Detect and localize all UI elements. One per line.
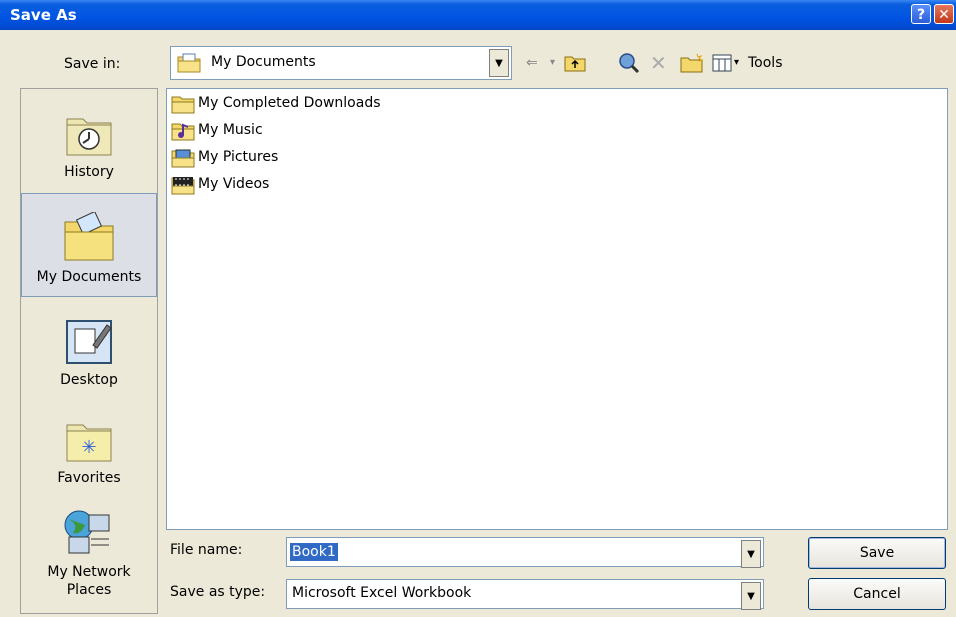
- my-documents-small-icon: [177, 53, 201, 77]
- save-in-dropdown[interactable]: My Documents ▼: [170, 46, 512, 80]
- save-as-type-dropdown[interactable]: Microsoft Excel Workbook ▼: [286, 579, 764, 610]
- chevron-down-icon[interactable]: ▼: [489, 49, 509, 77]
- file-name-text: My Videos: [198, 176, 270, 192]
- title-bar[interactable]: Save As ? ✕: [0, 0, 956, 30]
- places-label-history: History: [64, 164, 114, 180]
- back-dropdown-icon[interactable]: ▾: [550, 48, 555, 78]
- svg-text:✳: ✳: [81, 437, 96, 458]
- save-in-label: Save in:: [64, 56, 121, 72]
- file-name-value: Book1: [290, 543, 338, 561]
- new-folder-icon[interactable]: [680, 48, 704, 78]
- file-name-input[interactable]: Book1 ▼: [286, 537, 764, 568]
- help-button[interactable]: ?: [911, 4, 931, 24]
- chevron-down-icon[interactable]: ▼: [741, 582, 761, 610]
- favorites-icon: ✳: [66, 424, 112, 462]
- views-icon[interactable]: [712, 48, 732, 78]
- pictures-folder-icon: [171, 148, 195, 172]
- delete-icon[interactable]: ✕: [650, 48, 667, 78]
- places-bar: History My Documents Desktop ✳ Favorites…: [20, 88, 158, 614]
- save-as-type-label: Save as type:: [170, 584, 266, 600]
- file-list[interactable]: My Completed Downloads My Music My Pictu…: [166, 88, 948, 530]
- close-button[interactable]: ✕: [934, 4, 954, 24]
- places-item-favorites[interactable]: ✳ Favorites: [21, 409, 157, 501]
- save-as-dialog: Save As ? ✕ Save in: My Documents ▼ ⇐ ▾: [0, 0, 956, 617]
- places-label-network-line2: Places: [66, 582, 112, 598]
- places-item-desktop[interactable]: Desktop: [21, 305, 157, 397]
- places-item-history[interactable]: History: [21, 97, 157, 189]
- cancel-button[interactable]: Cancel: [808, 578, 946, 610]
- file-name-text: My Music: [198, 122, 263, 138]
- places-item-network-places[interactable]: My Network Places: [21, 505, 157, 609]
- desktop-icon: [66, 320, 112, 364]
- places-item-my-documents[interactable]: My Documents: [21, 193, 157, 297]
- places-label-favorites: Favorites: [57, 470, 121, 486]
- folder-icon: [171, 94, 195, 118]
- places-label-desktop: Desktop: [60, 372, 118, 388]
- dialog-title: Save As: [10, 6, 77, 24]
- back-arrow-icon[interactable]: ⇐: [526, 48, 538, 78]
- file-name-text: My Pictures: [198, 149, 279, 165]
- search-web-icon[interactable]: [618, 48, 640, 78]
- save-in-value: My Documents: [211, 54, 316, 70]
- chevron-down-icon[interactable]: ▼: [741, 540, 761, 568]
- views-dropdown-icon[interactable]: ▾: [734, 48, 739, 78]
- music-folder-icon: [171, 121, 195, 145]
- history-icon: [66, 118, 112, 156]
- save-button[interactable]: Save: [808, 537, 946, 569]
- tools-menu[interactable]: Tools ▾: [748, 48, 783, 101]
- up-folder-icon[interactable]: [564, 48, 586, 78]
- my-documents-icon: [64, 210, 114, 261]
- videos-folder-icon: [171, 175, 195, 199]
- places-label-my-documents: My Documents: [36, 269, 142, 285]
- places-label-network-line1: My Network: [47, 564, 131, 580]
- file-name-text: My Completed Downloads: [198, 95, 381, 111]
- save-as-type-value: Microsoft Excel Workbook: [292, 585, 472, 601]
- file-name-label: File name:: [170, 542, 243, 558]
- network-places-icon: [64, 510, 110, 554]
